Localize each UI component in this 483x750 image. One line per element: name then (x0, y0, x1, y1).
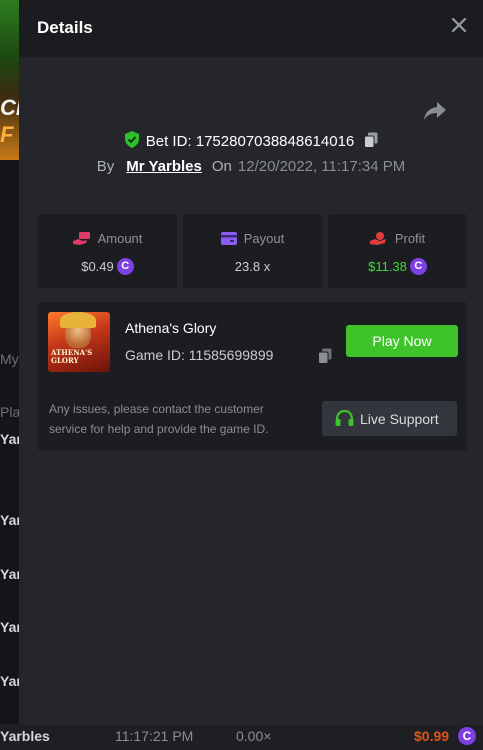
copy-game-id-button[interactable] (318, 348, 332, 369)
username-link[interactable]: Mr Yarbles (126, 158, 202, 175)
game-id: Game ID: 11585699899 (125, 347, 274, 363)
share-icon (424, 102, 446, 120)
copy-icon (318, 348, 332, 364)
game-thumbnail[interactable]: ATHENA'S GLORY (48, 312, 110, 372)
game-card: ATHENA'S GLORY Athena's Glory Game ID: 1… (38, 302, 467, 451)
banner-text-2: F (0, 122, 14, 147)
profit-label: Profit (394, 231, 426, 247)
coin-icon: C (458, 727, 476, 745)
athena-helmet (60, 312, 96, 328)
shield-check-icon (124, 131, 140, 152)
share-button[interactable] (423, 101, 447, 121)
modal-title: Details (37, 18, 93, 37)
on-label: On (211, 158, 232, 175)
money-hand-icon (72, 231, 90, 245)
game-thumbnail-logo: ATHENA'S GLORY (51, 348, 93, 365)
bet-id-line: Bet ID: 1752807038848614016 (19, 131, 483, 152)
coin-icon: C (116, 258, 134, 276)
live-support-button[interactable]: Live Support (322, 401, 457, 436)
modal-header: Details (19, 0, 483, 57)
copy-icon (364, 132, 378, 148)
bottom-row-time: 11:17:21 PM (115, 728, 194, 744)
copy-bet-id-button[interactable] (364, 132, 378, 152)
background-bottom-row: Yarbles 11:17:21 PM 0.00× $0.99 C (0, 724, 483, 750)
bet-id: Bet ID: 1752807038848614016 (145, 133, 355, 150)
bottom-row-user: Yarbles (0, 728, 50, 744)
profit-stat: Profit $11.38 C (328, 214, 467, 288)
payout-label: Payout (243, 231, 285, 247)
headset-icon (335, 410, 354, 426)
coin-icon: C (409, 258, 427, 276)
card-icon (220, 232, 237, 246)
background-row: My (0, 351, 19, 367)
game-name: Athena's Glory (125, 320, 217, 336)
play-now-button[interactable]: Play Now (346, 325, 458, 357)
details-modal: Details Bet ID: 1752807038848614016 By Mr… (19, 0, 483, 725)
profit-hand-icon (369, 231, 386, 245)
profit-value: $11.38 (368, 259, 407, 275)
close-button[interactable] (451, 17, 467, 33)
by-label: By (96, 158, 115, 175)
bet-date: 12/20/2022, 11:17:34 PM (237, 158, 406, 175)
payout-stat: Payout 23.8 x (183, 214, 322, 288)
live-support-label: Live Support (360, 411, 439, 427)
bottom-row-multiplier: 0.00× (236, 728, 272, 744)
amount-label: Amount (97, 231, 143, 247)
by-line: By Mr Yarbles On 12/20/2022, 11:17:34 PM (19, 158, 483, 175)
bottom-row-profit: $0.99 (414, 728, 450, 744)
amount-stat: Amount $0.49 C (38, 214, 177, 288)
amount-value: $0.49 (81, 259, 114, 275)
close-icon (451, 17, 467, 33)
payout-value: 23.8 x (234, 259, 271, 275)
issue-help-text: Any issues, please contact the customer … (49, 402, 269, 436)
